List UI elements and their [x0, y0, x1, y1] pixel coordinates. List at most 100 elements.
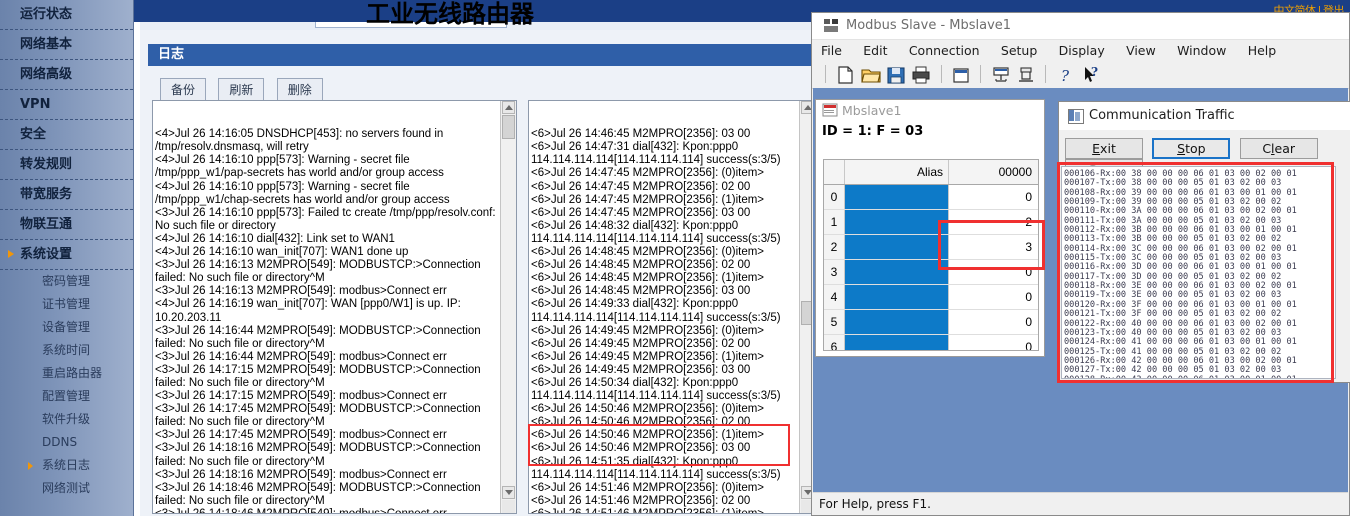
sidebar-item-running-status[interactable]: 运行状态: [0, 0, 133, 30]
open-folder-icon[interactable]: [860, 64, 882, 86]
row-alias[interactable]: [845, 260, 949, 284]
sidebar-label: 物联互通: [20, 217, 72, 232]
table-row[interactable]: 3 0: [824, 260, 1038, 285]
traffic-window-icon: [1068, 109, 1084, 124]
table-row[interactable]: 4 0: [824, 285, 1038, 310]
clear-button[interactable]: Clear: [1240, 138, 1318, 159]
sidebar-item-network-test[interactable]: 网络测试: [0, 477, 133, 500]
row-index: 6: [824, 335, 845, 351]
exit-button[interactable]: Exit: [1065, 138, 1143, 159]
delete-log-button[interactable]: 删除: [277, 78, 323, 101]
row-value[interactable]: 0: [949, 285, 1038, 309]
sidebar-item-system-log[interactable]: 系统日志: [0, 454, 133, 477]
row-index: 0: [824, 185, 845, 209]
modbus-window-title: Modbus Slave - Mbslave1: [846, 18, 1011, 33]
communication-traffic-log[interactable]: 000106-Rx:00 38 00 00 00 06 01 03 00 02 …: [1061, 166, 1336, 379]
communication-traffic-buttons: Exit Stop Clear Save: [1065, 138, 1350, 160]
sidebar-sub-label: 系统时间: [42, 343, 90, 357]
table-header-row: Alias 00000: [824, 160, 1038, 185]
sidebar-item-device-management[interactable]: 设备管理: [0, 316, 133, 339]
sidebar-nav: 运行状态 网络基本 网络高级 VPN 安全 转发规则 带宽服务 物联互通 系统设…: [0, 0, 134, 516]
row-alias[interactable]: [845, 235, 949, 259]
sidebar-item-forwarding-rules[interactable]: 转发规则: [0, 150, 133, 180]
communication-traffic-titlebar[interactable]: Communication Traffic: [1059, 102, 1350, 130]
sidebar-item-software-upgrade[interactable]: 软件升级: [0, 408, 133, 431]
svg-text:?: ?: [1091, 65, 1098, 79]
menu-edit[interactable]: Edit: [854, 40, 896, 61]
backup-log-button[interactable]: 备份: [160, 78, 206, 101]
sidebar-item-reboot-router[interactable]: 重启路由器: [0, 362, 133, 385]
row-index: 3: [824, 260, 845, 284]
sidebar-item-system-time[interactable]: 系统时间: [0, 339, 133, 362]
scrollbar-thumb[interactable]: [502, 115, 515, 139]
modbus-toolbar: ? ?: [812, 62, 1349, 89]
table-row[interactable]: 6 0: [824, 335, 1038, 351]
sidebar-sub-label: 软件升级: [42, 412, 90, 426]
sidebar-item-system-settings[interactable]: 系统设置: [0, 240, 133, 270]
system-log-textarea-left[interactable]: <4>Jul 26 14:16:05 DNSDHCP[453]: no serv…: [152, 100, 517, 514]
scroll-down-icon[interactable]: [502, 486, 515, 499]
scroll-up-icon[interactable]: [502, 101, 515, 114]
print-icon[interactable]: [910, 64, 932, 86]
table-row[interactable]: 1 2: [824, 210, 1038, 235]
row-value[interactable]: 0: [949, 185, 1038, 209]
toolbar-divider: [941, 65, 942, 83]
table-row[interactable]: 0 0: [824, 185, 1038, 210]
mbslave1-titlebar[interactable]: Mbslave1: [816, 100, 1044, 122]
modbus-status-bar: For Help, press F1.: [813, 492, 1348, 514]
row-value[interactable]: 0: [949, 310, 1038, 334]
sidebar-item-password-management[interactable]: 密码管理: [0, 270, 133, 293]
system-log-textarea-right[interactable]: <6>Jul 26 14:46:45 M2MPRO[2356]: 03 00 <…: [528, 100, 816, 514]
menu-display[interactable]: Display: [1050, 40, 1114, 61]
row-alias[interactable]: [845, 310, 949, 334]
window-icon[interactable]: [950, 64, 972, 86]
resize-grip-icon[interactable]: [502, 500, 515, 513]
chevron-right-icon: [28, 462, 33, 470]
menu-view[interactable]: View: [1117, 40, 1165, 61]
new-document-icon[interactable]: [834, 64, 856, 86]
table-row[interactable]: 5 0: [824, 310, 1038, 335]
table-row[interactable]: 2 3: [824, 235, 1038, 260]
mbslave1-child-window[interactable]: Mbslave1 ID = 1: F = 03 Alias 00000 0 0 …: [815, 99, 1045, 357]
row-value[interactable]: 2: [949, 210, 1038, 234]
sidebar-label: 系统设置: [20, 247, 72, 262]
sidebar-item-certificate-management[interactable]: 证书管理: [0, 293, 133, 316]
modbus-titlebar[interactable]: Modbus Slave - Mbslave1: [812, 13, 1349, 40]
sidebar-item-security[interactable]: 安全: [0, 120, 133, 150]
log-action-buttons: 备份 刷新 删除: [160, 78, 332, 101]
sidebar-item-vpn[interactable]: VPN: [0, 90, 133, 120]
sidebar-sub-label: 网络测试: [42, 481, 90, 495]
sidebar-label: VPN: [20, 97, 50, 112]
sidebar-item-iot-interconnect[interactable]: 物联互通: [0, 210, 133, 240]
sidebar-sub-label: 设备管理: [42, 320, 90, 334]
row-alias[interactable]: [845, 210, 949, 234]
row-alias[interactable]: [845, 335, 949, 351]
row-value[interactable]: 3: [949, 235, 1038, 259]
connect-icon[interactable]: [990, 64, 1012, 86]
log-left-scrollbar[interactable]: [500, 101, 516, 513]
sidebar-item-bandwidth-service[interactable]: 带宽服务: [0, 180, 133, 210]
sidebar-item-config-management[interactable]: 配置管理: [0, 385, 133, 408]
menu-window[interactable]: Window: [1168, 40, 1235, 61]
refresh-log-button[interactable]: 刷新: [218, 78, 264, 101]
sidebar-item-network-advanced[interactable]: 网络高级: [0, 60, 133, 90]
menu-connection[interactable]: Connection: [900, 40, 989, 61]
row-value[interactable]: 0: [949, 260, 1038, 284]
stop-button[interactable]: Stop: [1152, 138, 1230, 159]
communication-traffic-window[interactable]: Communication Traffic Exit Stop Clear Sa…: [1058, 101, 1350, 383]
disconnect-icon[interactable]: [1015, 64, 1037, 86]
sidebar-item-network-basic[interactable]: 网络基本: [0, 30, 133, 60]
sidebar-sub-label: 重启路由器: [42, 366, 102, 380]
menu-help[interactable]: Help: [1239, 40, 1286, 61]
help-icon[interactable]: ?: [1055, 64, 1077, 86]
modbus-register-grid[interactable]: Alias 00000 0 0 1 2 2 3 3 0 4 0 5: [823, 159, 1039, 351]
system-log-text-left: <4>Jul 26 14:16:05 DNSDHCP[453]: no serv…: [155, 128, 514, 514]
row-alias[interactable]: [845, 285, 949, 309]
save-disk-icon[interactable]: [885, 64, 907, 86]
row-alias[interactable]: [845, 185, 949, 209]
menu-setup[interactable]: Setup: [992, 40, 1046, 61]
context-help-icon[interactable]: ?: [1080, 64, 1102, 86]
row-value[interactable]: 0: [949, 335, 1038, 351]
sidebar-item-ddns[interactable]: DDNS: [0, 431, 133, 454]
menu-file[interactable]: File: [812, 40, 851, 61]
